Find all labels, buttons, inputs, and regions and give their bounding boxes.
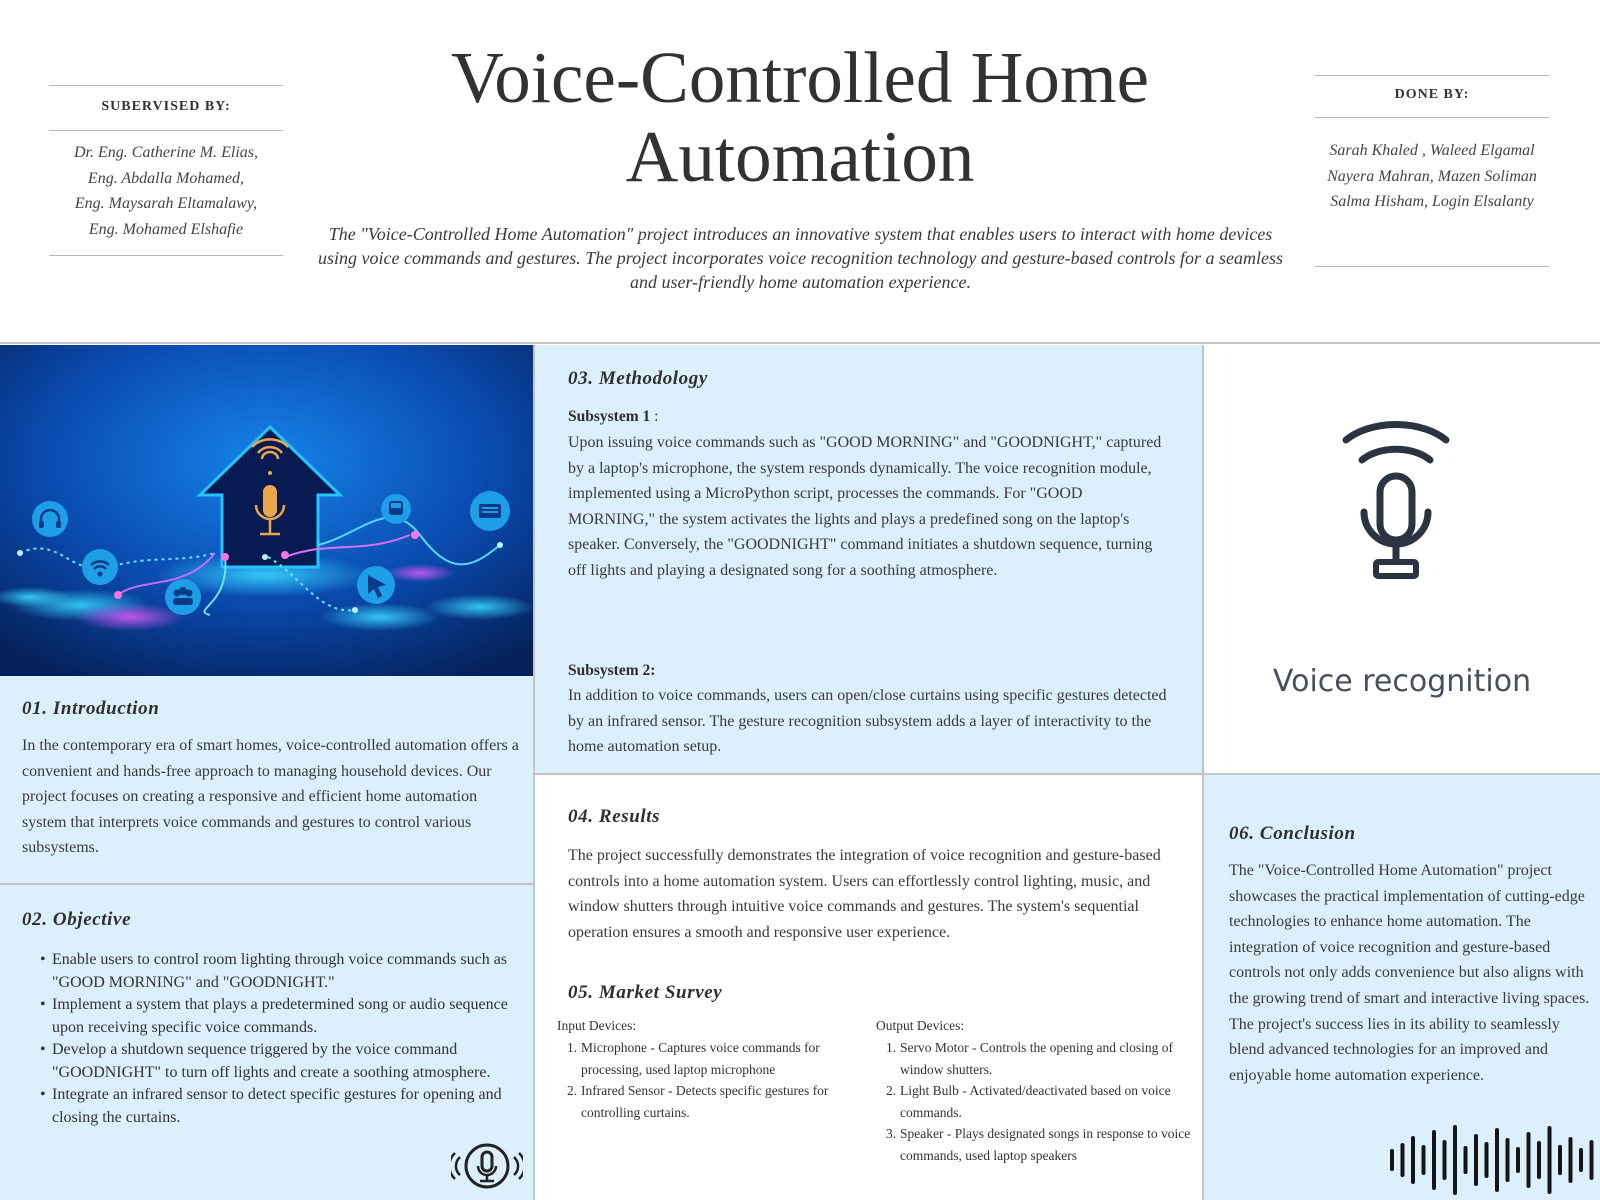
wifi-icon [82, 549, 118, 585]
subsystem-1-title: Subsystem 1 [568, 408, 651, 425]
list-item: 3. Speaker - Plays designated songs in re… [886, 1126, 1191, 1163]
header-divider [0, 342, 1600, 344]
subsystem-2-title: Subsystem 2: [568, 662, 656, 679]
conclusion-text: The "Voice-Controlled Home Automation" p… [1229, 862, 1590, 1084]
output-devices-list: 1. Servo Motor - Controls the opening and… [876, 1037, 1194, 1166]
bus-icon [381, 494, 411, 524]
supervisor-name: Eng. Maysarah Eltamalawy, [74, 195, 258, 212]
subsystem-1-heading: Subsystem 1 : [568, 408, 658, 426]
list-item: Develop a shutdown sequence triggered by… [22, 1039, 512, 1084]
project-summary: The "Voice-Controlled Home Automation" p… [318, 224, 1284, 292]
section-title: Results [598, 806, 661, 827]
supervisor-name: Dr. Eng. Catherine M. Elias, [74, 144, 258, 161]
list-item: Integrate an infrared sensor to detect s… [22, 1084, 512, 1129]
section-title: Methodology [598, 368, 708, 389]
right-bottom-rule [1315, 266, 1549, 267]
section-number: 03. [568, 368, 594, 389]
voice-recognition-label: Voice recognition [1272, 664, 1532, 699]
methodology-heading: 03. Methodology [568, 368, 708, 390]
wave-bar [1579, 1148, 1583, 1172]
cursor-icon [357, 566, 395, 604]
input-devices-label: Input Devices: [557, 1018, 637, 1033]
subsystem-1-text: Upon issuing voice commands such as "GOO… [568, 434, 1162, 579]
headphones-icon [32, 501, 68, 537]
done-by-label: DONE BY: [1394, 87, 1470, 102]
wave-bar [1484, 1142, 1489, 1178]
objective-heading: 02. Objective [22, 909, 131, 931]
list-item: 2. Infrared Sensor - Detects specific ges… [567, 1083, 829, 1120]
wave-bar [1547, 1126, 1552, 1194]
objective-list: Enable users to control room lighting th… [22, 949, 512, 1129]
list-item: 2. Light Bulb - Activated/deactivated bas… [886, 1083, 1171, 1120]
input-devices-list: 1. Microphone - Captures voice commands f… [557, 1037, 857, 1123]
list-item: Enable users to control room lighting th… [22, 949, 512, 994]
wave-bar [1537, 1141, 1541, 1179]
introduction-heading: 01. Introduction [22, 698, 159, 720]
wave-bar [1526, 1132, 1531, 1188]
right-mid-rule [1315, 117, 1549, 118]
keyboard-icon [470, 491, 510, 531]
section-number: 04. [568, 806, 594, 827]
team-member: Sarah Khaled , Waleed Elgamal [1329, 142, 1535, 159]
right-top-rule [1315, 75, 1549, 76]
section-title: Objective [52, 909, 132, 930]
wave-bar [1568, 1137, 1573, 1183]
sound-wave-icon [1388, 1120, 1600, 1200]
supervised-label: SUBERVISED BY: [101, 99, 231, 114]
small-mic-icon [448, 1141, 526, 1196]
subsystem-1-colon: : [650, 408, 659, 425]
list-item: 1. Microphone - Captures voice commands f… [567, 1040, 820, 1077]
page-title: Voice-Controlled Home Automation [450, 37, 1150, 197]
introduction-text: In the contemporary era of smart homes, … [22, 737, 519, 857]
section-number: 06. [1229, 823, 1255, 844]
market-survey-heading: 05. Market Survey [568, 982, 722, 1004]
broadcast-mic-icon [1336, 412, 1456, 597]
team-member: Nayera Mahran, Mazen Soliman [1327, 167, 1537, 185]
people-icon [165, 579, 201, 615]
output-device: Speaker - Plays designated songs in resp… [900, 1126, 1191, 1163]
list-item: 1. Servo Motor - Controls the opening and… [886, 1040, 1173, 1077]
section-title: Introduction [52, 698, 160, 719]
output-device: Servo Motor - Controls the opening and c… [900, 1040, 1173, 1077]
house-mic-icon [0, 345, 534, 676]
wave-bar [1589, 1140, 1594, 1180]
section-title: Conclusion [1259, 823, 1356, 844]
smart-home-illustration [0, 345, 534, 676]
left-bottom-rule [49, 255, 283, 256]
wave-bar [1442, 1140, 1447, 1180]
wave-bar [1474, 1134, 1478, 1186]
wave-bar [1400, 1143, 1405, 1177]
wave-bar [1390, 1149, 1394, 1171]
wave-bar [1558, 1145, 1562, 1175]
section-number: 05. [568, 982, 594, 1003]
wave-bar [1421, 1145, 1426, 1175]
results-heading: 04. Results [568, 806, 660, 828]
section-number: 02. [22, 909, 48, 930]
wave-bar [1411, 1136, 1415, 1184]
conclusion-heading: 06. Conclusion [1229, 823, 1356, 845]
wave-bar [1495, 1128, 1499, 1192]
left-mid-rule [49, 130, 283, 131]
section-number: 01. [22, 698, 48, 719]
output-devices-label: Output Devices: [876, 1018, 965, 1033]
wave-bar [1463, 1146, 1468, 1174]
results-text: The project successfully demonstrates th… [568, 847, 1161, 941]
section-title: Market Survey [598, 982, 723, 1003]
subsystem-2-text: In addition to voice commands, users can… [568, 687, 1167, 756]
wave-bar [1516, 1147, 1520, 1173]
list-item: Implement a system that plays a predeter… [22, 994, 512, 1039]
supervisors-list: Dr. Eng. Catherine M. Elias, Eng. Abdall… [49, 140, 283, 242]
wave-bar [1432, 1130, 1436, 1190]
supervisor-name: Eng. Mohamed Elshafie [88, 220, 244, 238]
input-device: Microphone - Captures voice commands for… [581, 1040, 820, 1077]
wave-bar [1453, 1125, 1457, 1195]
output-device: Light Bulb - Activated/deactivated based… [900, 1083, 1171, 1120]
left-top-rule [49, 85, 283, 86]
wave-bar [1505, 1138, 1510, 1182]
supervisor-name: Eng. Abdalla Mohamed, [87, 169, 245, 187]
input-device: Infrared Sensor - Detects specific gestu… [581, 1083, 829, 1120]
team-member: Salma Hisham, Login Elsalanty [1330, 193, 1534, 210]
team-list: Sarah Khaled , Waleed Elgamal Nayera Mah… [1315, 138, 1549, 215]
